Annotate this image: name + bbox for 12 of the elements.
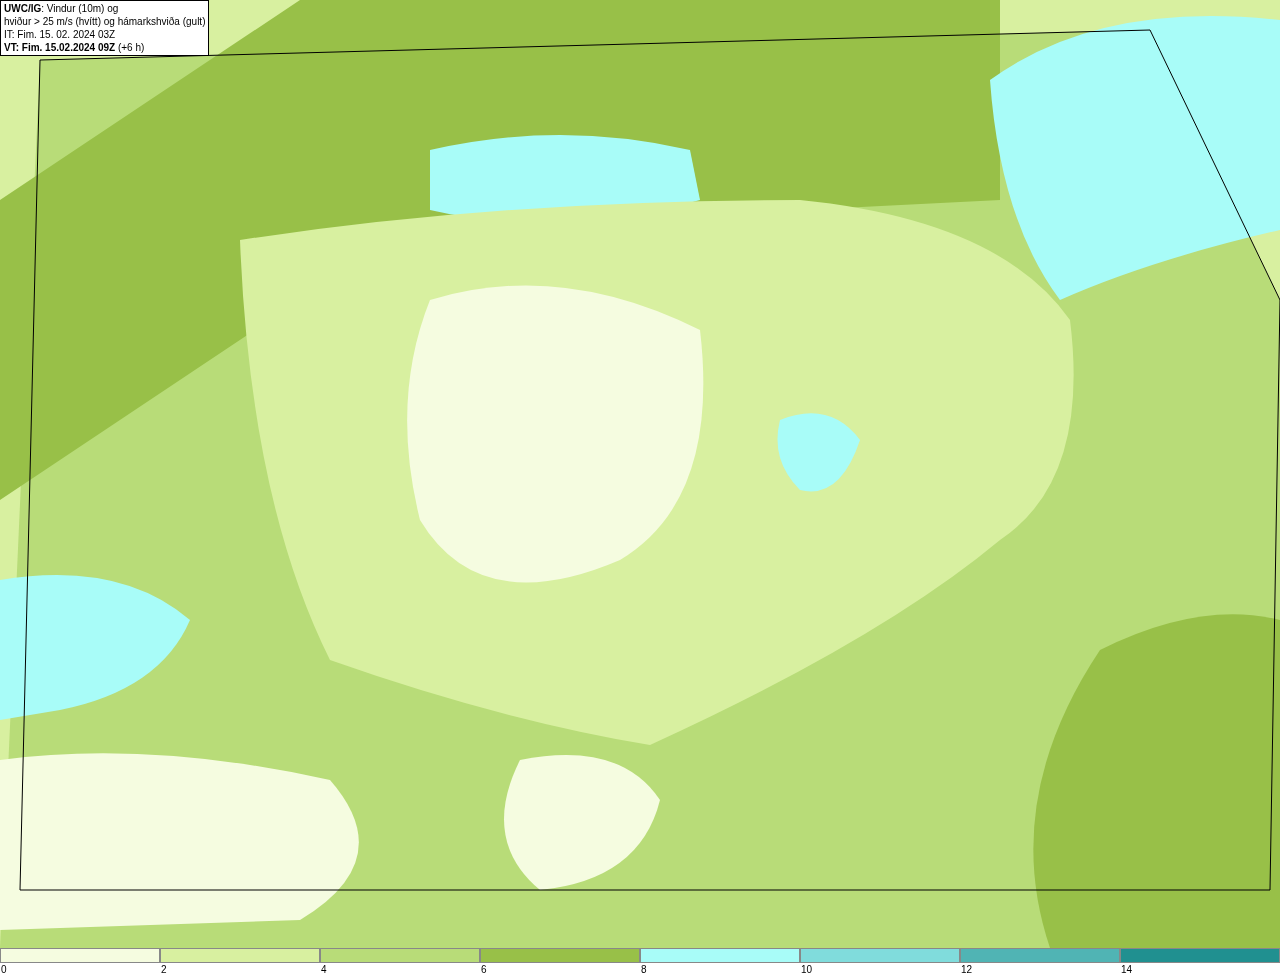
title-line: VT: Fim. 15.02.2024 09Z (+6 h) (4, 41, 146, 54)
legend-label: 10 (800, 963, 813, 977)
legend-label: 4 (320, 963, 327, 977)
legend-label: 14 (1120, 963, 1133, 977)
title-line: hviður > 25 m/s (hvítt) og hámarkshviða (gult) (4, 15, 206, 28)
legend-label: 6 (480, 963, 487, 977)
legend-label: 12 (960, 963, 973, 977)
title-line: UWC/IG: Vindur (10m) og (4, 2, 120, 15)
title-line: IT: Fim. 15. 02. 2024 03Z (4, 28, 117, 41)
legend-label: 2 (160, 963, 167, 977)
legend-label: 8 (640, 963, 647, 977)
legend-label: 0 (0, 963, 7, 977)
